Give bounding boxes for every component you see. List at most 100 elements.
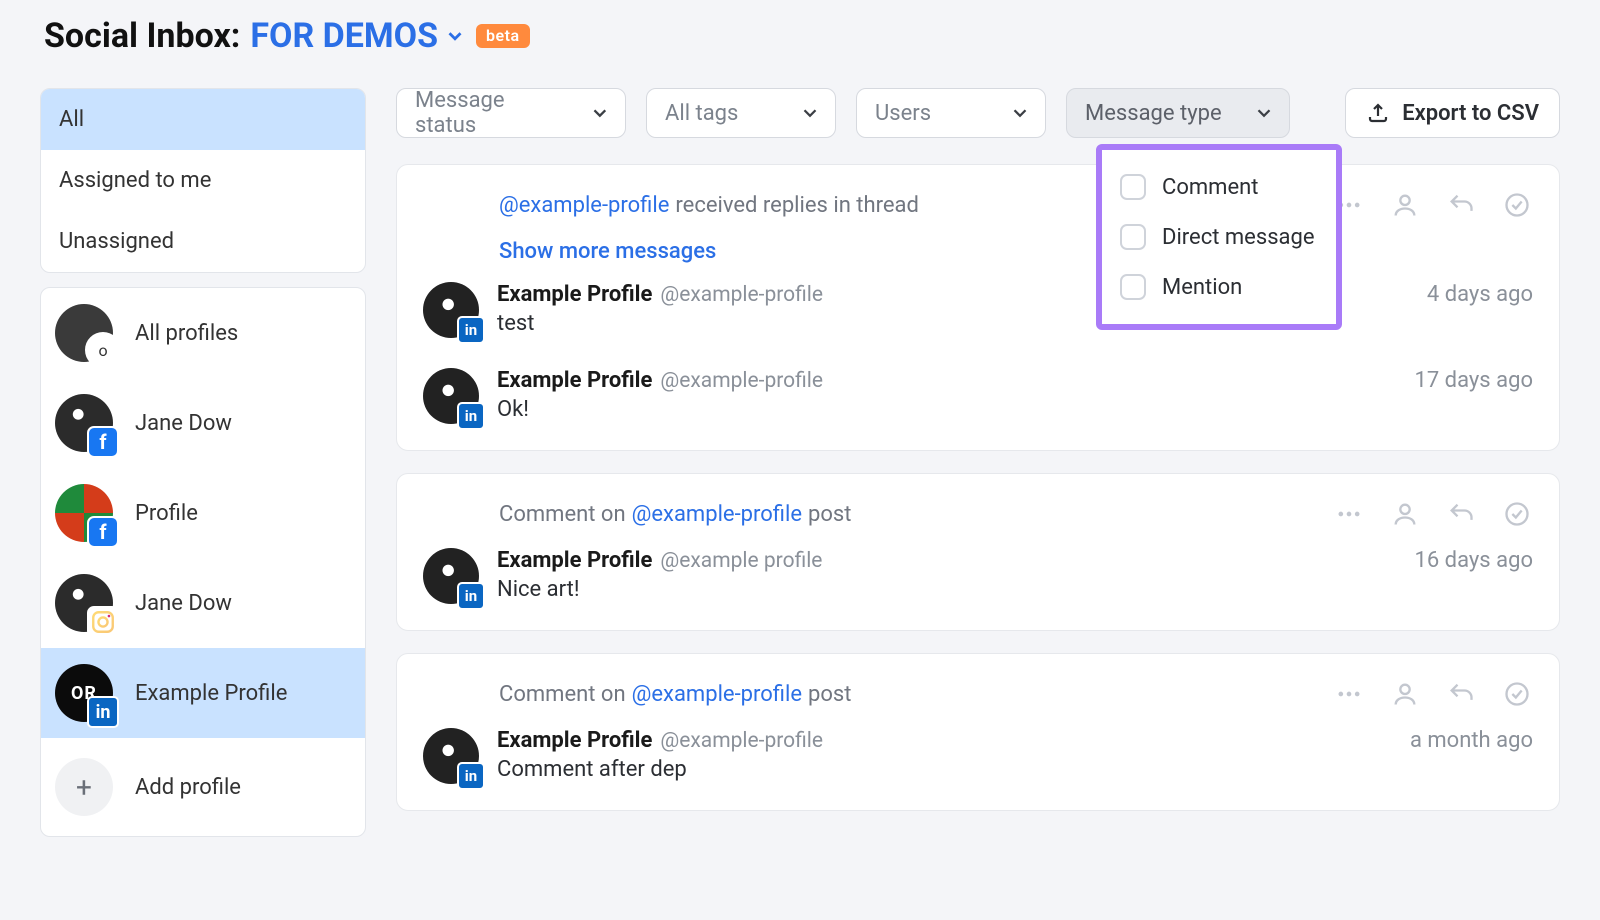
- main-column: Message status All tags Users Message ty…: [396, 88, 1560, 837]
- check-icon[interactable]: [1501, 189, 1533, 221]
- message-text: test: [497, 311, 1533, 336]
- profile-jane-dow-fb[interactable]: f Jane Dow: [41, 378, 365, 468]
- assign-icon[interactable]: [1389, 678, 1421, 710]
- chevron-down-icon: [589, 102, 611, 124]
- thread: @example-profile received replies in thr…: [396, 164, 1560, 451]
- more-icon[interactable]: [1333, 678, 1365, 710]
- message-handle: @example-profile: [660, 729, 823, 753]
- export-label: Export to CSV: [1402, 101, 1539, 126]
- workspace-switcher[interactable]: FOR DEMOS: [250, 16, 466, 56]
- profile-label: Jane Dow: [135, 411, 232, 436]
- profile-link[interactable]: @example-profile: [632, 502, 802, 527]
- message-author: Example Profile: [497, 282, 652, 307]
- assign-icon[interactable]: [1389, 498, 1421, 530]
- profile-profile-fb[interactable]: f Profile: [41, 468, 365, 558]
- thread-context: @example-profile received replies in thr…: [499, 193, 919, 218]
- profile-label: Profile: [135, 501, 198, 526]
- message-row: in Example Profile @example-profile 4 da…: [423, 282, 1533, 338]
- message-type-option-direct-message[interactable]: Direct message: [1116, 212, 1322, 262]
- message-text: Ok!: [497, 397, 1533, 422]
- message-author: Example Profile: [497, 728, 652, 753]
- filter-label: All tags: [665, 101, 738, 126]
- filter-label: Users: [875, 101, 931, 126]
- instagram-icon: [87, 606, 119, 638]
- workspace-name: FOR DEMOS: [250, 16, 438, 56]
- chevron-down-icon: [1253, 102, 1275, 124]
- message-type-dropdown: Comment Direct message Mention: [1096, 144, 1342, 330]
- thread-context-before: Comment on: [499, 682, 626, 707]
- message-row: in Example Profile @example-profile a mo…: [423, 728, 1533, 784]
- message-handle: @example-profile: [660, 369, 823, 393]
- avatar-secondary: o: [85, 332, 121, 368]
- message-type-option-mention[interactable]: Mention: [1116, 262, 1322, 312]
- thread: Comment on @example-profile post: [396, 473, 1560, 631]
- chevron-down-icon: [1009, 102, 1031, 124]
- add-profile-label: Add profile: [135, 775, 241, 800]
- message-handle: @example-profile: [660, 283, 823, 307]
- facebook-icon: f: [87, 426, 119, 458]
- filter-row: Message status All tags Users Message ty…: [396, 88, 1560, 138]
- thread-context-after: post: [808, 682, 851, 707]
- add-profile-button[interactable]: + Add profile: [41, 738, 365, 836]
- profile-link[interactable]: @example-profile: [499, 193, 669, 218]
- message-time: 4 days ago: [1427, 282, 1533, 307]
- linkedin-icon: in: [457, 582, 485, 610]
- thread-context: Comment on @example-profile post: [499, 682, 851, 707]
- linkedin-icon: in: [457, 762, 485, 790]
- message-row: in Example Profile @example profile 16 d…: [423, 548, 1533, 604]
- reply-icon[interactable]: [1445, 189, 1477, 221]
- show-more-link[interactable]: Show more messages: [499, 239, 716, 264]
- assign-icon[interactable]: [1389, 189, 1421, 221]
- reply-icon[interactable]: [1445, 498, 1477, 530]
- facebook-icon: f: [87, 516, 119, 548]
- plus-icon: +: [55, 758, 113, 816]
- checkbox[interactable]: [1120, 174, 1146, 200]
- checkbox[interactable]: [1120, 224, 1146, 250]
- filter-label: Message type: [1085, 101, 1222, 126]
- filter-label: Message status: [415, 88, 569, 138]
- profile-example-profile-in[interactable]: OR in Example Profile: [41, 648, 365, 738]
- check-icon[interactable]: [1501, 678, 1533, 710]
- beta-badge: beta: [476, 24, 530, 48]
- message-time: a month ago: [1410, 728, 1533, 753]
- message-type-option-comment[interactable]: Comment: [1116, 162, 1322, 212]
- sidebar: All Assigned to me Unassigned o All prof…: [40, 88, 366, 837]
- assignment-card: All Assigned to me Unassigned: [40, 88, 366, 273]
- profile-label: Jane Dow: [135, 591, 232, 616]
- reply-icon[interactable]: [1445, 678, 1477, 710]
- profiles-card: o All profiles f Jane Dow f: [40, 287, 366, 837]
- check-icon[interactable]: [1501, 498, 1533, 530]
- filter-all-tags[interactable]: All tags: [646, 88, 836, 138]
- thread-actions: [1333, 678, 1533, 710]
- profile-label: Example Profile: [135, 681, 287, 706]
- export-csv-button[interactable]: Export to CSV: [1345, 88, 1560, 138]
- profile-jane-dow-ig[interactable]: Jane Dow: [41, 558, 365, 648]
- message-text: Comment after dep: [497, 757, 1533, 782]
- profile-label: All profiles: [135, 321, 238, 346]
- message-row: in Example Profile @example-profile 17 d…: [423, 368, 1533, 424]
- assignment-all[interactable]: All: [41, 89, 365, 150]
- message-time: 17 days ago: [1415, 368, 1534, 393]
- option-label: Direct message: [1162, 225, 1315, 250]
- thread-context: Comment on @example-profile post: [499, 502, 851, 527]
- filter-users[interactable]: Users: [856, 88, 1046, 138]
- thread-list: @example-profile received replies in thr…: [396, 164, 1560, 811]
- assignment-assigned-to-me[interactable]: Assigned to me: [41, 150, 365, 211]
- assignment-unassigned[interactable]: Unassigned: [41, 211, 365, 272]
- profile-all[interactable]: o All profiles: [41, 288, 365, 378]
- checkbox[interactable]: [1120, 274, 1146, 300]
- thread-context-text: received replies in thread: [675, 193, 919, 218]
- filter-message-type[interactable]: Message type: [1066, 88, 1290, 138]
- chevron-down-icon: [444, 25, 466, 47]
- message-author: Example Profile: [497, 548, 652, 573]
- thread-actions: [1333, 189, 1533, 221]
- page-header: Social Inbox: FOR DEMOS beta: [40, 16, 1560, 56]
- message-handle: @example profile: [660, 549, 822, 573]
- linkedin-icon: in: [457, 402, 485, 430]
- message-author: Example Profile: [497, 368, 652, 393]
- thread-context-before: Comment on: [499, 502, 626, 527]
- page-title: Social Inbox:: [44, 16, 240, 56]
- filter-message-status[interactable]: Message status: [396, 88, 626, 138]
- more-icon[interactable]: [1333, 498, 1365, 530]
- profile-link[interactable]: @example-profile: [632, 682, 802, 707]
